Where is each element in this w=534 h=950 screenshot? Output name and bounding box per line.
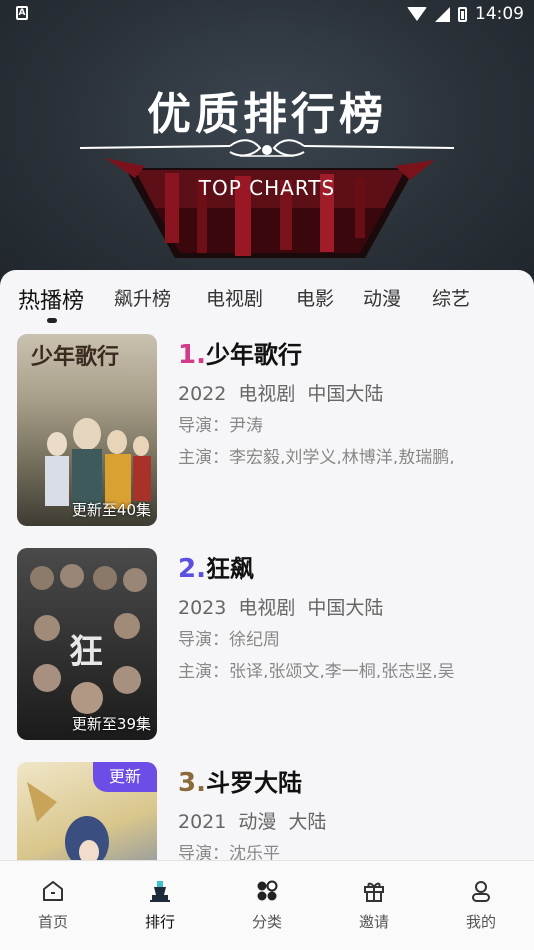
- category-icon: [257, 880, 278, 901]
- notification-icon: A: [16, 6, 28, 20]
- trophy-icon: [150, 881, 170, 902]
- ranking-panel: 热播榜 飙升榜 电视剧 电影 动漫 综艺 少年歌行 更新至40集 1.少年歌行: [0, 270, 534, 860]
- nav-label: 邀请: [358, 913, 389, 931]
- nav-label: 排行: [144, 913, 175, 931]
- item-title[interactable]: 斗罗大陆: [206, 769, 302, 797]
- battery-icon: [458, 6, 467, 22]
- poster-image[interactable]: 少年歌行 更新至40集: [17, 334, 157, 526]
- episode-label: 更新至39集: [71, 715, 151, 733]
- tab-hot[interactable]: 热播榜: [18, 283, 84, 315]
- ornament-divider: [80, 139, 454, 157]
- home-icon: [43, 881, 63, 901]
- svg-text:少年歌行: 少年歌行: [30, 344, 119, 370]
- item-meta: 2021 动漫 大陆: [178, 811, 327, 833]
- tab-indicator: [47, 318, 57, 323]
- status-time: 14:09: [475, 4, 524, 24]
- list-item[interactable]: 更新 3.斗罗大陆 2021 动漫 大陆 导演：沈乐平: [0, 762, 534, 860]
- svg-text:狂: 狂: [69, 632, 103, 672]
- nav-label: 首页: [37, 913, 68, 931]
- episode-label: 更新至40集: [71, 501, 151, 519]
- gift-icon: [364, 882, 384, 902]
- status-bar: A 14:09: [0, 0, 534, 30]
- user-icon: [472, 881, 490, 902]
- update-badge: 更新: [93, 762, 157, 792]
- signal-icon: [435, 6, 450, 22]
- item-director: 导演：沈乐平: [178, 844, 280, 860]
- nav-home[interactable]: 首页: [13, 879, 93, 932]
- nav-category[interactable]: 分类: [227, 879, 307, 932]
- rank-number: 2.: [178, 554, 206, 584]
- poster-image[interactable]: 狂 更新至39集: [17, 548, 157, 740]
- item-meta: 2023 电视剧 中国大陆: [178, 597, 384, 619]
- item-title[interactable]: 少年歌行: [206, 341, 302, 369]
- rank-number: 3.: [178, 768, 206, 798]
- nav-invite[interactable]: 邀请: [334, 879, 414, 932]
- poster-image[interactable]: 更新: [17, 762, 157, 860]
- tab-anime[interactable]: 动漫: [363, 284, 401, 311]
- tab-movie[interactable]: 电影: [296, 284, 334, 311]
- poster-art: 少年歌行: [30, 344, 151, 509]
- nav-ranking[interactable]: 排行: [120, 879, 200, 932]
- item-title-row: 2.狂飙: [178, 548, 518, 588]
- nav-label: 分类: [251, 913, 282, 931]
- list-item[interactable]: 少年歌行 更新至40集 1.少年歌行 2022 电视剧 中国大陆 导演：尹涛 主…: [0, 334, 534, 534]
- item-title-row: 1.少年歌行: [178, 334, 518, 374]
- wifi-icon: [407, 7, 427, 21]
- item-cast: 主演：张译,张颂文,李一桐,张志坚,吴: [178, 662, 455, 678]
- nav-label: 我的: [465, 913, 496, 931]
- nav-profile[interactable]: 我的: [441, 879, 521, 932]
- tab-bar: 热播榜 飙升榜 电视剧 电影 动漫 综艺: [0, 270, 534, 330]
- hero-banner: A 14:09 优质排行榜 TOP CHARTS: [0, 0, 534, 300]
- stage-graphic: [105, 158, 435, 258]
- tab-variety[interactable]: 综艺: [432, 284, 470, 311]
- item-director: 导演：尹涛: [178, 416, 263, 436]
- poster-art: 狂: [30, 564, 147, 714]
- item-title-row: 3.斗罗大陆: [178, 762, 518, 802]
- item-cast: 主演：李宏毅,刘学义,林博洋,敖瑞鹏,: [178, 448, 455, 464]
- item-title[interactable]: 狂飙: [206, 555, 254, 583]
- list-item[interactable]: 狂 更新至39集 2.狂飙 2023 电视剧 中国大陆 导演：徐纪周 主演：张译…: [0, 548, 534, 748]
- tab-rising[interactable]: 飙升榜: [114, 284, 171, 311]
- rank-number: 1.: [178, 340, 206, 370]
- page-subtitle: TOP CHARTS: [198, 176, 336, 200]
- page-title: 优质排行榜: [147, 89, 387, 140]
- bottom-nav: 首页 排行 分类 邀请 我的: [0, 860, 534, 950]
- tab-tv[interactable]: 电视剧: [206, 284, 263, 311]
- item-director: 导演：徐纪周: [178, 630, 280, 650]
- item-meta: 2022 电视剧 中国大陆: [178, 383, 384, 405]
